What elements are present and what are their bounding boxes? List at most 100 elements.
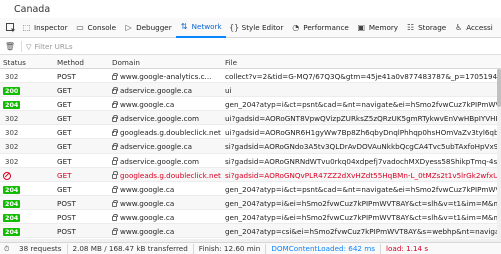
finish-time: Finish: 12.60 min — [194, 243, 267, 254]
status-cell: 204 — [3, 227, 29, 237]
domain-text: adservice.google.com — [120, 114, 199, 124]
domain-cell: www.google.ca — [112, 199, 222, 208]
method-cell: GET — [57, 184, 72, 194]
file-cell: collect?v=2&tid=G-MQ7/67Q3Q&gtm=45je41a0… — [225, 72, 501, 81]
storage-icon: ☷ — [406, 23, 415, 32]
file-cell: gen_204?atyp=i&ct=psnt&cad=&nt=navigate&… — [225, 184, 501, 194]
method-cell: GET — [57, 170, 72, 180]
scrollbar-thumb[interactable] — [497, 69, 501, 107]
status-cell: 302 — [3, 128, 29, 137]
method-cell: POST — [57, 198, 76, 208]
table-row[interactable]: 204 POST www.google.ca gen_204?atyp=i&ei=hS… — [0, 195, 501, 210]
status-cell: 204 — [3, 100, 29, 110]
filter-placeholder: Filter URLs — [34, 41, 73, 51]
vertical-scrollbar[interactable] — [497, 69, 501, 239]
status-badge: 204 — [3, 101, 21, 110]
column-header-status[interactable]: Status — [3, 58, 26, 67]
table-row[interactable]: 204 GET www.google.ca gen_204?atyp=i&ct=psn… — [0, 97, 501, 112]
lock-icon — [112, 100, 118, 109]
tab-network[interactable]: ⇅ Network — [175, 18, 226, 38]
domain-text: googleads.g.doubleclick.net — [120, 128, 221, 138]
domain-cell: www.google.ca — [112, 100, 222, 109]
debugger-icon: ▷ — [125, 23, 132, 32]
tab-style-editor[interactable]: {} Style Editor — [226, 18, 288, 38]
column-header-file[interactable]: File — [225, 58, 237, 67]
network-icon: ⇅ — [180, 22, 188, 31]
column-header-domain[interactable]: Domain — [112, 58, 140, 67]
divider — [21, 40, 22, 52]
method-cell: GET — [57, 156, 72, 166]
file-cell: ui — [225, 86, 232, 96]
lock-icon — [112, 227, 118, 236]
table-header: Status Method Domain File — [0, 55, 501, 69]
method-cell: GET — [57, 142, 72, 152]
lock-icon — [112, 115, 118, 123]
domain-cell: adservice.google.ca — [112, 142, 222, 151]
status-badge: 302 — [5, 157, 19, 166]
table-row[interactable]: 302 GET adservice.google.com si?gadsid=AORo… — [0, 154, 501, 168]
domain-cell: www.google.ca — [112, 185, 222, 194]
devtools-toolbar: ⬚ Inspector ▭ Console ▷ Debugger ⇅ Network{} Sty… — [0, 18, 501, 38]
status-cell: 204 — [3, 185, 29, 194]
request-count: 38 requests — [14, 243, 68, 254]
status-badge: 204 — [3, 185, 21, 194]
status-badge: 302 — [5, 115, 19, 124]
file-cell: si?gadsid=AORoGNdo3A5tv3QLDrAvDOVAuNkkbQ… — [225, 142, 501, 152]
file-cell: gen_204?atyp=i&ei=hSmo2fvwCuz7kPIPmWVT8A… — [225, 198, 501, 208]
table-row[interactable]: 204 POST www.google.ca gen_204?atyp=i&ei=hS… — [0, 210, 501, 225]
domain-text: www.google.ca — [120, 100, 175, 110]
inspector-icon: ⬚ — [22, 23, 31, 32]
domain-text: www.google-analytics.c... — [120, 72, 212, 81]
status-cell: 302 — [3, 114, 29, 123]
accessibility-icon: ♿ — [455, 23, 463, 32]
status-cell: 204 — [3, 213, 29, 222]
domain-cell: googleads.g.doubleclick.net — [112, 171, 222, 180]
window-title: Canada — [14, 4, 51, 15]
stopwatch-icon[interactable]: ⏱ — [4, 244, 14, 254]
devtools-tabs: ⬚ Inspector ▭ Console ▷ Debugger ⇅ Network{} Sty… — [18, 18, 497, 38]
status-cell: 302 — [3, 142, 29, 151]
tab-performance[interactable]: ◔ Performance — [287, 18, 353, 38]
table-row[interactable]: 302 GET adservice.google.com ui?gadsid=AORo… — [0, 111, 501, 126]
tab-label: Console — [87, 23, 117, 32]
column-header-method[interactable]: Method — [57, 58, 84, 67]
table-row[interactable]: 204 GET www.google.ca gen_204?atyp=i&ct=psn… — [0, 182, 501, 196]
style-editor-icon: {} — [229, 23, 240, 32]
tab-label: Memory — [368, 23, 399, 32]
table-row[interactable]: 204 POST www.google.ca gen_204?atyp=csi&ei=… — [0, 224, 501, 239]
lock-icon — [112, 199, 118, 207]
table-row[interactable]: GET googleads.g.doubleclick.net si?gadsid=… — [0, 167, 501, 182]
tab-label: Storage — [418, 23, 447, 32]
domain-text: www.google.ca — [120, 212, 175, 222]
status-badge: 302 — [5, 73, 19, 81]
tab-label: Performance — [303, 23, 349, 32]
tab-storage[interactable]: ☷ Storage — [402, 18, 450, 38]
filter-icon: ▽ — [26, 41, 32, 51]
filter-bar: 🗑 ▽ Filter URLs — [0, 38, 501, 55]
tab-accessi[interactable]: ♿ Accessi — [450, 18, 497, 38]
table-row[interactable]: 302 GET googleads.g.doubleclick.net ui?gads… — [0, 125, 501, 140]
lock-icon — [112, 185, 118, 193]
status-cell: 302 — [3, 157, 29, 166]
lock-icon — [112, 129, 118, 137]
blocked-icon — [3, 171, 11, 180]
filter-urls-input[interactable]: ▽ Filter URLs — [26, 42, 73, 51]
file-cell: gen_204?atyp=csi&ei=hSmo2fvwCuz7kPIPmWVT… — [225, 227, 501, 237]
table-row[interactable]: 302 GET adservice.google.ca si?gadsid=AORoG… — [0, 139, 501, 154]
method-cell: POST — [57, 227, 76, 237]
domain-cell: www.google.ca — [112, 227, 222, 236]
load-time: load: 1.14 s — [386, 243, 429, 253]
clear-trash-icon[interactable]: 🗑 — [3, 42, 17, 51]
file-cell: gen_204?atyp=i&ei=hSmo2fvwCuz7kPIPmWVT8A… — [225, 212, 501, 222]
tab-memory[interactable]: ▣ Memory — [353, 18, 402, 38]
domain-text: www.google.ca — [120, 227, 175, 237]
lock-icon — [112, 157, 118, 165]
pick-element-icon[interactable] — [4, 21, 18, 35]
table-row[interactable]: 200 GET adservice.google.ca ui — [0, 83, 501, 98]
table-row[interactable]: 302 POST www.google-analytics.c... collect?… — [0, 69, 501, 84]
domain-text: adservice.google.com — [120, 156, 199, 166]
tab-inspector[interactable]: ⬚ Inspector — [18, 18, 72, 38]
tab-debugger[interactable]: ▷ Debugger — [120, 18, 176, 38]
tab-console[interactable]: ▭ Console — [72, 18, 121, 38]
lock-icon — [112, 143, 118, 151]
